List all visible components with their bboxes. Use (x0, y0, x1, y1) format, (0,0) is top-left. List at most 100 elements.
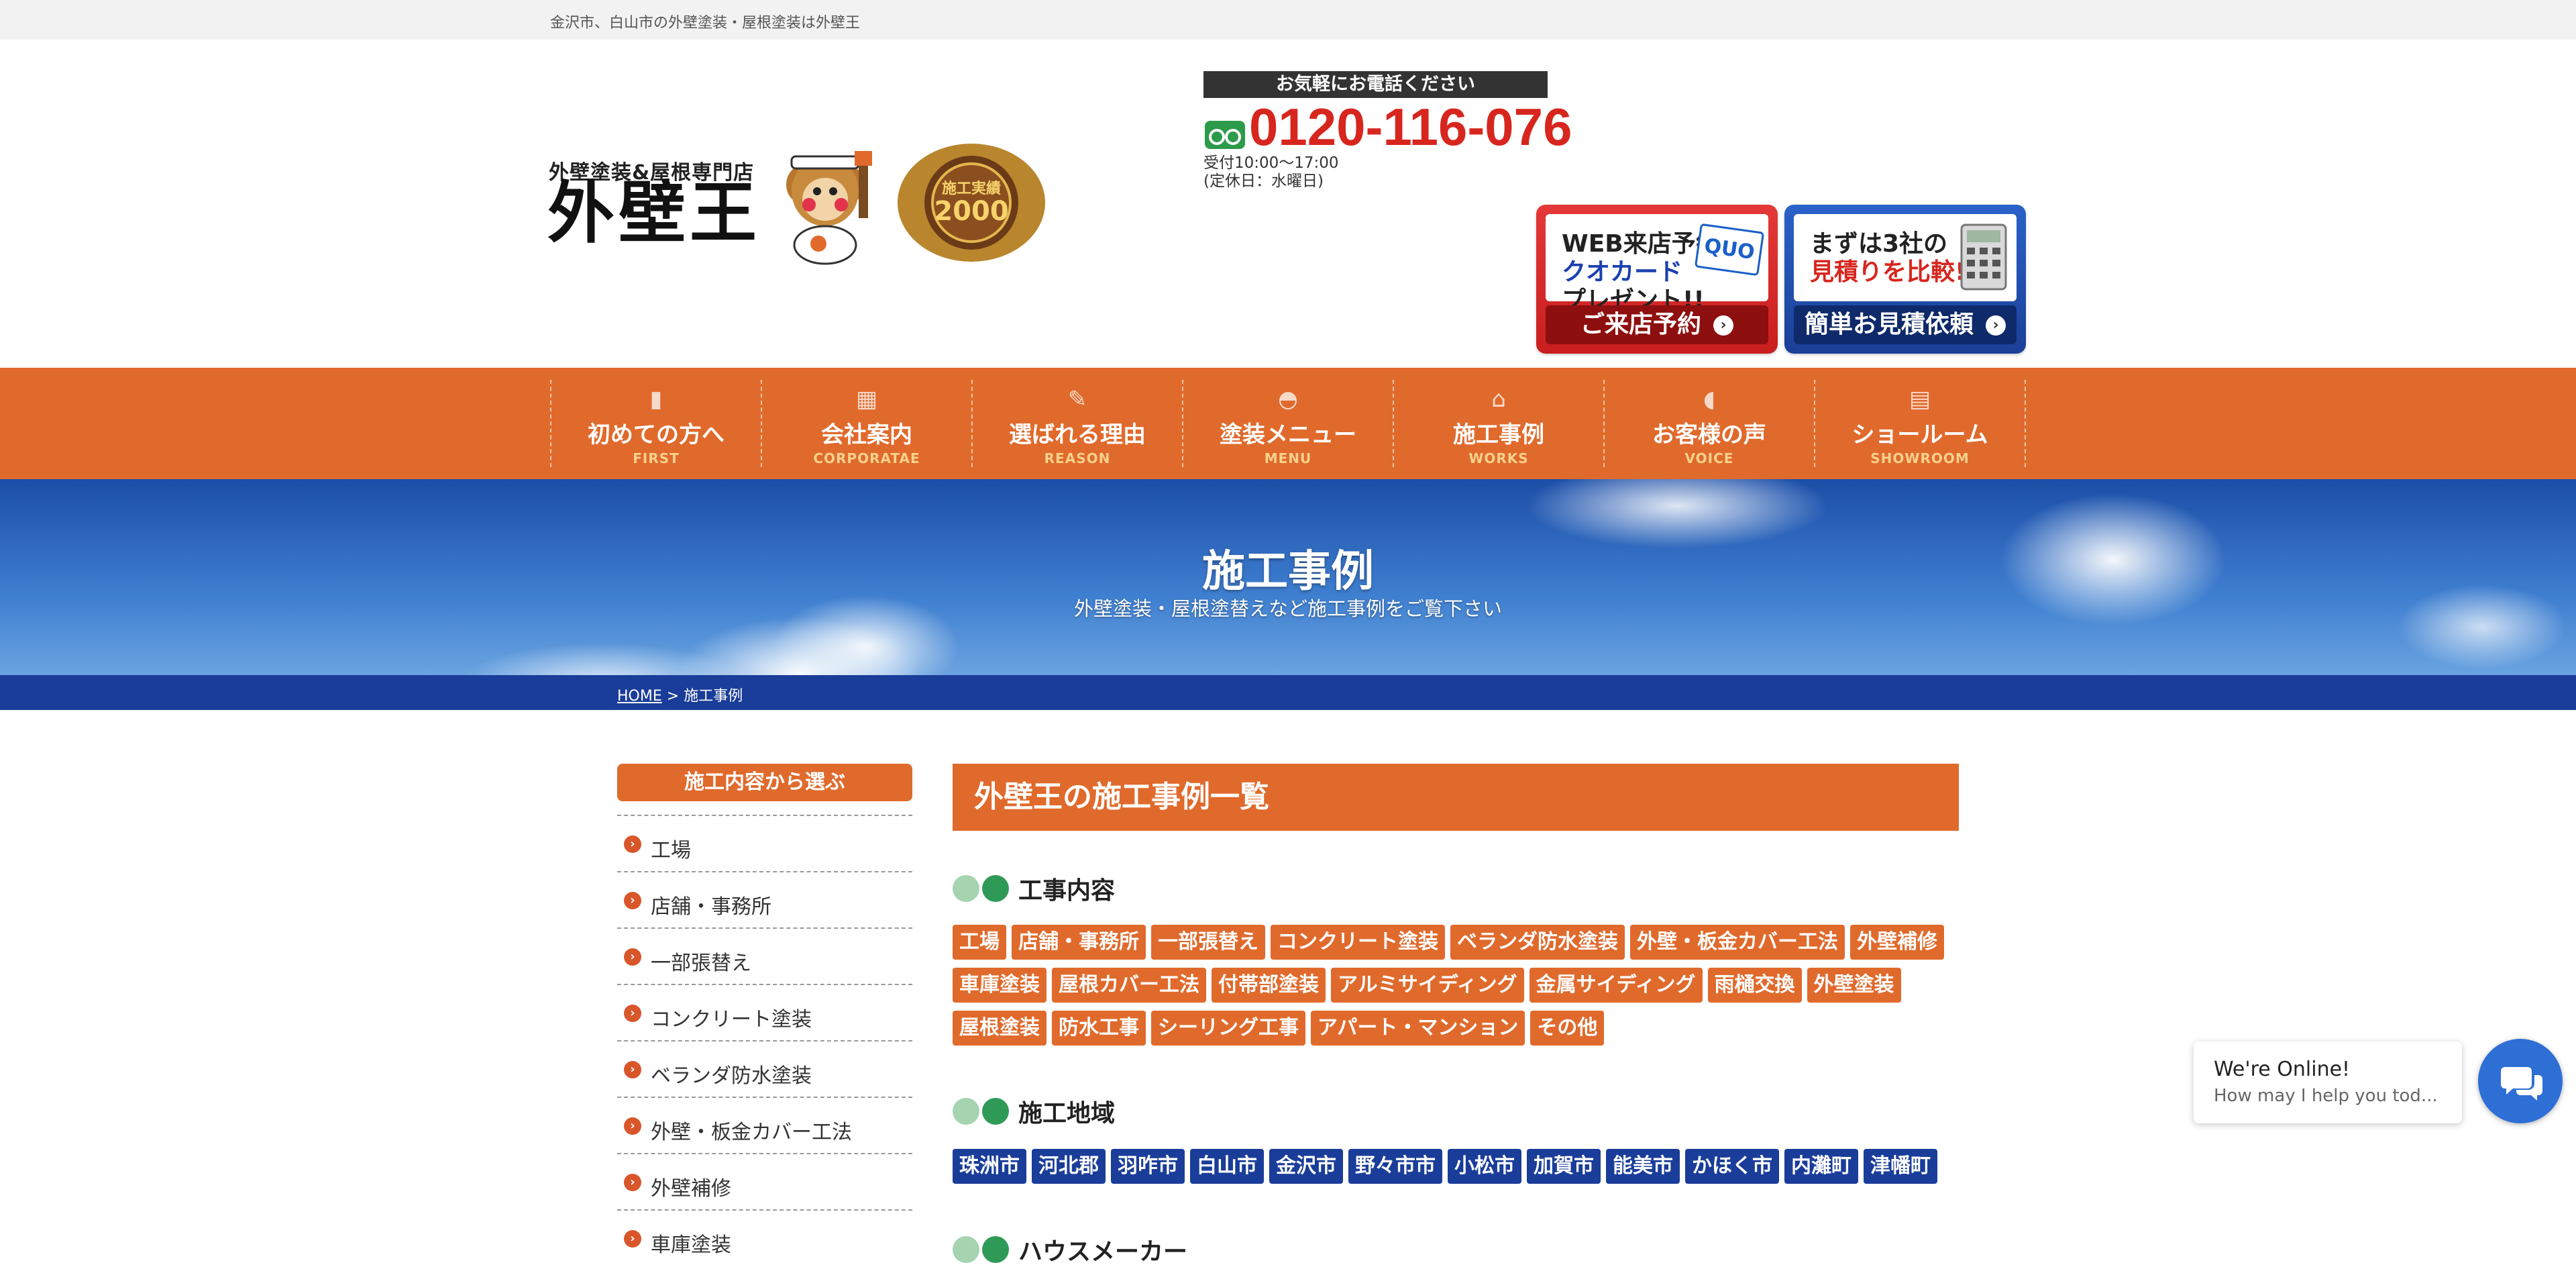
estimate-request-banner[interactable]: まずは3社の 見積りを比較!! 簡単お見積依頼 › (1784, 205, 2026, 354)
tag-link[interactable]: 車庫塗装 (953, 968, 1046, 1003)
helmet-icon: ◓ (1278, 386, 1298, 413)
sidebar-category-list: › 工場 › 店舗・事務所 › 一部張替え › コンクリート塗装 › ベランダ防水塗装 ›… (617, 815, 912, 1266)
tag-link[interactable]: 内灘町 (1784, 1149, 1858, 1184)
chat-prompt: How may I help you tod... (2214, 1086, 2438, 1106)
nav-item-company[interactable]: ▦ 会社案内 CORPORATAE (761, 380, 971, 467)
tag-link[interactable]: ベランダ防水塗装 (1450, 925, 1625, 960)
nav-item-menu[interactable]: ◓ 塗装メニュー MENU (1182, 380, 1393, 467)
tag-link[interactable]: 野々市市 (1348, 1149, 1442, 1184)
nav-label-en: MENU (1264, 450, 1312, 466)
store-icon: ▤ (1909, 386, 1931, 413)
top-tagline-bar: 金沢市、白山市の外壁塗装・屋根塗装は外壁王 (0, 0, 2576, 40)
chevron-right-icon: › (624, 892, 641, 909)
book-icon: ▮ (649, 386, 663, 413)
tag-link[interactable]: 能美市 (1606, 1149, 1680, 1184)
area-tags: 珠洲市 河北郡 羽咋市 白山市 金沢市 野々市市 小松市 加賀市 能美市 かほく市 内灘町 津幡町 (953, 1149, 1972, 1192)
svg-text:施工実績: 施工実績 (942, 180, 1001, 197)
sidebar-item[interactable]: › 車庫塗装 (617, 1209, 912, 1266)
nav-label: ショールーム (1851, 421, 1988, 448)
tag-link[interactable]: 外壁・板金カバー工法 (1630, 925, 1845, 960)
sidebar-item-label: 車庫塗装 (651, 1233, 731, 1257)
tag-link[interactable]: 津幡町 (1864, 1149, 1937, 1184)
nav-label: 会社案内 (821, 421, 912, 448)
estimate-cta-label: 簡単お見積依頼 (1804, 311, 1974, 338)
sidebar-heading: 施工内容から選ぶ (617, 764, 912, 801)
chevron-right-icon: › (624, 1005, 641, 1022)
sidebar-item-label: 一部張替え (651, 952, 751, 975)
quo-card-icon: QUO (1694, 223, 1765, 276)
tag-link[interactable]: シーリング工事 (1151, 1011, 1305, 1046)
circle-icon (982, 875, 1009, 902)
tag-link[interactable]: 珠洲市 (953, 1149, 1026, 1184)
breadcrumb-current: 施工事例 (684, 688, 743, 705)
page-hero-banner: 施工事例 外壁塗装・屋根塗替えなど施工事例をご覧下さい (0, 479, 2576, 675)
nav-item-reason[interactable]: ✎ 選ばれる理由 REASON (971, 380, 1182, 467)
chevron-right-icon: › (624, 1230, 641, 1248)
tag-link[interactable]: その他 (1530, 1011, 1605, 1046)
estimate-cta: 簡単お見積依頼 › (1794, 305, 2017, 344)
tag-link[interactable]: 一部張替え (1151, 925, 1265, 960)
nav-label-en: FIRST (633, 450, 680, 466)
tag-link[interactable]: 白山市 (1190, 1149, 1264, 1184)
breadcrumb-home-link[interactable]: HOME (617, 688, 662, 705)
nav-label: 選ばれる理由 (1009, 421, 1146, 448)
circle-icon (953, 1098, 979, 1125)
chevron-right-icon: › (624, 835, 641, 853)
tag-link[interactable]: コンクリート塗装 (1271, 925, 1445, 960)
phone-number-link[interactable]: 0120-116-076 (1249, 101, 1572, 153)
sidebar-item[interactable]: › ベランダ防水塗装 (617, 1040, 912, 1097)
nav-item-first[interactable]: ▮ 初めての方へ FIRST (550, 380, 761, 467)
sidebar-item[interactable]: › コンクリート塗装 (617, 984, 912, 1040)
tag-link[interactable]: かほく市 (1685, 1149, 1779, 1184)
section-title-housemaker: ハウスメーカー (953, 1232, 1187, 1267)
chat-open-button[interactable] (2478, 1039, 2563, 1123)
sidebar-item-label: 外壁補修 (651, 1177, 731, 1201)
tag-link[interactable]: 加賀市 (1527, 1149, 1601, 1184)
circle-icon (953, 875, 979, 902)
sidebar-item[interactable]: › 工場 (617, 815, 912, 871)
circle-icon (982, 1098, 1009, 1125)
chevron-right-icon: › (1986, 315, 2006, 336)
sidebar-item[interactable]: › 外壁・板金カバー工法 (617, 1097, 912, 1153)
tag-link[interactable]: 付帯部塗装 (1212, 968, 1326, 1003)
tag-link[interactable]: 河北郡 (1032, 1149, 1106, 1184)
section-title-text: 施工地域 (1018, 1100, 1116, 1127)
site-tagline: 金沢市、白山市の外壁塗装・屋根塗装は外壁王 (550, 15, 861, 32)
tag-link[interactable]: 屋根塗装 (953, 1011, 1046, 1046)
tag-link[interactable]: 羽咋市 (1111, 1149, 1185, 1184)
sidebar-item[interactable]: › 外壁補修 (617, 1153, 912, 1209)
tag-link[interactable]: 防水工事 (1052, 1011, 1146, 1046)
tag-link[interactable]: アルミサイディング (1331, 968, 1524, 1003)
section-title-text: 工事内容 (1018, 877, 1116, 905)
tag-link[interactable]: 外壁補修 (1850, 925, 1944, 960)
chevron-right-icon: › (624, 948, 641, 966)
calculator-icon (1960, 223, 2007, 291)
sidebar-item[interactable]: › 店舗・事務所 (617, 871, 912, 927)
tag-link[interactable]: 雨樋交換 (1707, 968, 1802, 1003)
chat-greeting-bubble[interactable]: We're Online! How may I help you tod... (2194, 1042, 2462, 1123)
chevron-right-icon: › (1713, 315, 1733, 336)
section-title-area: 施工地域 (953, 1094, 1115, 1129)
banner-panel: WEB来店予約で クオカード プレゼント!! QUO (1546, 214, 1768, 314)
closed-day-line: (定休日：水曜日) (1203, 172, 1324, 190)
tag-link[interactable]: 金属サイディング (1529, 968, 1703, 1003)
brush-icon: ✎ (1067, 386, 1087, 413)
main-navigation: ▮ 初めての方へ FIRST ▦ 会社案内 CORPORATAE ✎ 選ばれる理由 REAS… (0, 368, 2576, 479)
nav-item-voice[interactable]: ◖ お客様の声 VOICE (1603, 380, 1814, 467)
store-visit-reservation-banner[interactable]: WEB来店予約で クオカード プレゼント!! QUO ご来店予約 › (1536, 205, 1778, 354)
tag-link[interactable]: 店舗・事務所 (1012, 925, 1146, 960)
tag-link[interactable]: 屋根カバー工法 (1052, 968, 1206, 1003)
nav-item-works[interactable]: ⌂ 施工事例 WORKS (1393, 380, 1603, 467)
tag-link[interactable]: アパート・マンション (1311, 1011, 1525, 1046)
tag-link[interactable]: 小松市 (1448, 1149, 1521, 1184)
nav-items: ▮ 初めての方へ FIRST ▦ 会社案内 CORPORATAE ✎ 選ばれる理由 REAS… (550, 380, 2026, 467)
mascot-monkey-icon (786, 151, 872, 265)
sidebar-item[interactable]: › 一部張替え (617, 927, 912, 984)
tag-link[interactable]: 工場 (953, 925, 1006, 960)
nav-item-showroom[interactable]: ▤ ショールーム SHOWROOM (1814, 380, 2026, 467)
estimate-banner-headline: まずは3社の 見積りを比較!! (1810, 230, 1977, 287)
tag-link[interactable]: 金沢市 (1269, 1149, 1343, 1184)
estimate-line1: まずは3社の (1810, 230, 1948, 258)
tag-link[interactable]: 外壁塗装 (1807, 968, 1901, 1003)
house-icon: ⌂ (1491, 386, 1506, 413)
